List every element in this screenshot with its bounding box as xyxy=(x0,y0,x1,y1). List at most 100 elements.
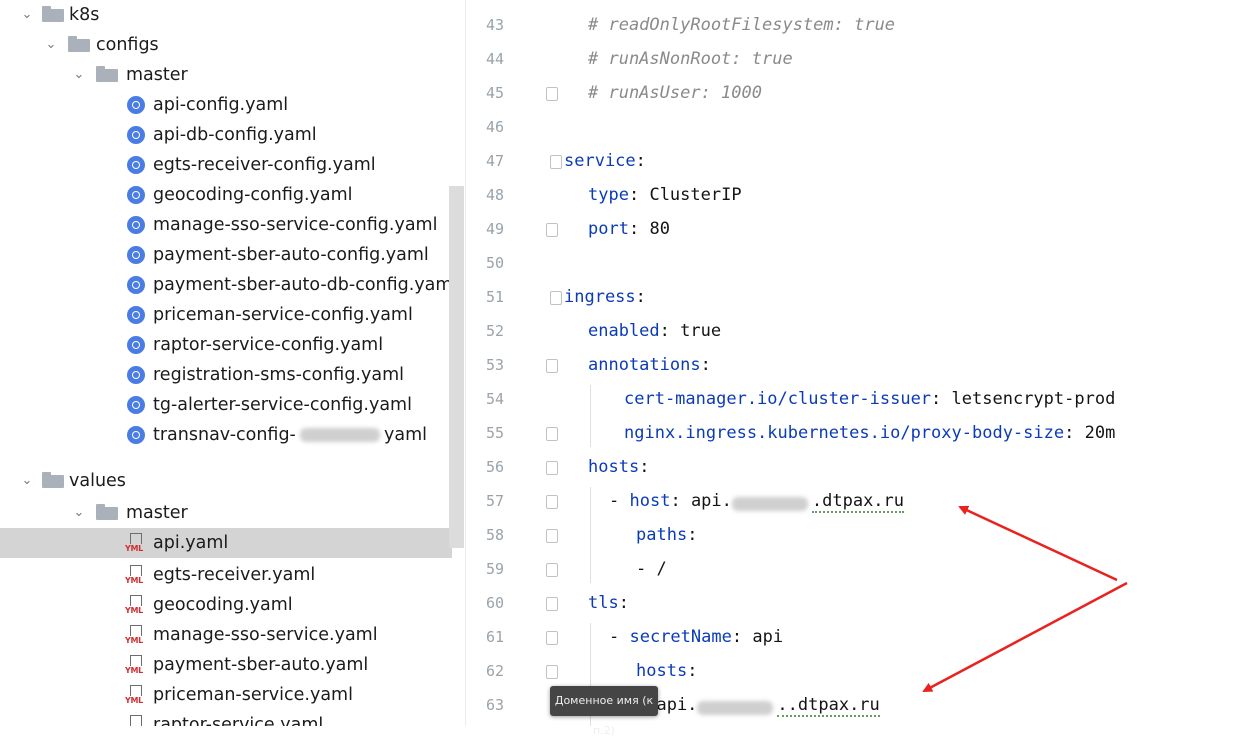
line-number: 50 xyxy=(485,254,504,272)
code-line[interactable]: 52 enabled: true xyxy=(464,314,1247,348)
tree-file-label: raptor-service-config.yaml xyxy=(153,335,384,355)
code-line[interactable]: 45 # runAsUser: 1000 xyxy=(464,76,1247,110)
yaml-value: .dtpax.ru xyxy=(811,491,905,513)
chevron-down-icon[interactable]: ⌄ xyxy=(20,466,34,496)
chevron-down-icon[interactable]: ⌄ xyxy=(72,498,86,528)
tree-file[interactable]: YML payment-sber-auto.yaml xyxy=(0,650,452,680)
code-line[interactable]: 48 type: ClusterIP xyxy=(464,178,1247,212)
fold-start-icon[interactable] xyxy=(546,359,558,373)
folder-icon xyxy=(42,472,64,488)
tree-file[interactable]: priceman-service-config.yaml xyxy=(0,300,452,330)
tree-file[interactable]: YML raptor-service.yaml xyxy=(0,710,452,726)
tree-file[interactable]: payment-sber-auto-config.yaml xyxy=(0,240,452,270)
yaml-key: ingress xyxy=(564,287,636,307)
yaml-key: secretName xyxy=(629,627,732,647)
tree-file[interactable]: api-config.yaml xyxy=(0,90,452,120)
tree-file-label: api-db-config.yaml xyxy=(153,125,317,145)
kubernetes-icon xyxy=(127,186,145,204)
tree-file[interactable]: manage-sso-service-config.yaml xyxy=(0,210,452,240)
tree-file-selected[interactable]: YML api.yaml xyxy=(0,528,452,558)
line-number: 63 xyxy=(485,696,504,714)
fold-start-icon[interactable] xyxy=(546,597,558,611)
code-line[interactable]: 49 port: 80 xyxy=(464,212,1247,246)
code-line[interactable]: 50 xyxy=(464,246,1247,280)
line-number: 62 xyxy=(485,662,504,680)
fold-start-icon[interactable] xyxy=(546,631,558,645)
yaml-key: tls xyxy=(588,593,619,613)
tree-folder-label: configs xyxy=(96,35,159,55)
tree-file[interactable]: YML manage-sso-service.yaml xyxy=(0,620,452,650)
comment: # runAsUser: 1000 xyxy=(588,83,762,103)
tree-file[interactable]: YML geocoding.yaml xyxy=(0,590,452,620)
kubernetes-icon xyxy=(127,276,145,294)
code-line[interactable]: 58 paths: xyxy=(464,518,1247,552)
fold-start-icon[interactable] xyxy=(546,461,558,475)
line-number: 54 xyxy=(485,390,504,408)
tree-file[interactable]: api-db-config.yaml xyxy=(0,120,452,150)
tree-file[interactable]: geocoding-config.yaml xyxy=(0,180,452,210)
fold-start-icon[interactable] xyxy=(546,529,558,543)
fold-start-icon[interactable] xyxy=(546,665,558,679)
tree-file-label: api.yaml xyxy=(153,533,229,553)
code-line[interactable]: 56 hosts: xyxy=(464,450,1247,484)
chevron-down-icon[interactable]: ⌄ xyxy=(72,60,86,90)
yaml-value: letsencrypt-prod xyxy=(951,389,1116,409)
fold-start-icon[interactable] xyxy=(546,495,558,509)
fold-start-icon[interactable] xyxy=(550,155,562,169)
tree-folder-label: k8s xyxy=(69,5,100,25)
kubernetes-icon xyxy=(127,216,145,234)
tree-file[interactable]: YML egts-receiver.yaml xyxy=(0,560,452,590)
tree-file[interactable]: raptor-service-config.yaml xyxy=(0,330,452,360)
redacted-text xyxy=(697,701,774,715)
code-line[interactable]: 62 hosts: xyxy=(464,654,1247,688)
tree-file[interactable]: registration-sms-config.yaml xyxy=(0,360,452,390)
tree-folder-configs[interactable]: ⌄ configs xyxy=(0,30,452,60)
code-line[interactable]: 55 nginx.ingress.kubernetes.io/proxy-bod… xyxy=(464,416,1247,450)
line-number: 49 xyxy=(485,220,504,238)
tree-file-label: api-config.yaml xyxy=(153,95,289,115)
chevron-down-icon[interactable]: ⌄ xyxy=(20,0,34,30)
fold-end-icon[interactable] xyxy=(546,563,558,577)
code-line[interactable]: 54 cert-manager.io/cluster-issuer: letse… xyxy=(464,382,1247,416)
tree-folder-values[interactable]: ⌄ values xyxy=(0,466,452,496)
code-line[interactable]: 53 annotations: xyxy=(464,348,1247,382)
tree-file[interactable]: YML priceman-service.yaml xyxy=(0,680,452,710)
tree-file-label: priceman-service-config.yaml xyxy=(153,305,413,325)
kubernetes-icon xyxy=(127,336,145,354)
tree-file[interactable]: payment-sber-auto-db-config.yam xyxy=(0,270,452,300)
yaml-file-icon: YML xyxy=(125,655,145,675)
fold-start-icon[interactable] xyxy=(550,291,562,305)
code-line[interactable]: 47 service: xyxy=(464,144,1247,178)
yaml-value: 80 xyxy=(649,219,670,239)
redacted-text xyxy=(300,428,380,442)
code-line[interactable]: 61 - secretName: api xyxy=(464,620,1247,654)
code-line[interactable]: 60 tls: xyxy=(464,586,1247,620)
tree-scrollbar-thumb[interactable] xyxy=(449,186,464,548)
tree-file[interactable]: transnav-config- yaml xyxy=(0,420,452,450)
tree-file-label: priceman-service.yaml xyxy=(153,685,353,705)
code-line[interactable]: 43 # readOnlyRootFilesystem: true xyxy=(464,8,1247,42)
tree-folder-label: master xyxy=(126,65,188,85)
yaml-value: ClusterIP xyxy=(649,185,742,205)
tree-file[interactable]: tg-alerter-service-config.yaml xyxy=(0,390,452,420)
code-line[interactable]: 44 # runAsNonRoot: true xyxy=(464,42,1247,76)
tree-file[interactable]: egts-receiver-config.yaml xyxy=(0,150,452,180)
line-number: 51 xyxy=(485,288,504,306)
yaml-key: host xyxy=(629,491,671,511)
kubernetes-icon xyxy=(127,246,145,264)
tree-file-label: egts-receiver-config.yaml xyxy=(153,155,376,175)
tree-folder-k8s[interactable]: ⌄ k8s xyxy=(0,0,452,30)
code-line[interactable]: 46 xyxy=(464,110,1247,144)
folder-icon xyxy=(96,66,118,82)
tree-folder-configs-master[interactable]: ⌄ master xyxy=(0,60,452,90)
fold-end-icon[interactable] xyxy=(546,223,558,237)
tree-file-label: manage-sso-service.yaml xyxy=(153,625,378,645)
chevron-down-icon[interactable]: ⌄ xyxy=(44,30,58,60)
code-line[interactable]: 59 - / xyxy=(464,552,1247,586)
line-number: 57 xyxy=(485,492,504,510)
fold-end-icon[interactable] xyxy=(546,87,558,101)
code-line[interactable]: 57 - host: api. .dtpax.ru xyxy=(464,484,1247,518)
code-line[interactable]: 51 ingress: xyxy=(464,280,1247,314)
fold-end-icon[interactable] xyxy=(546,427,558,441)
tree-folder-values-master[interactable]: ⌄ master xyxy=(0,498,452,528)
